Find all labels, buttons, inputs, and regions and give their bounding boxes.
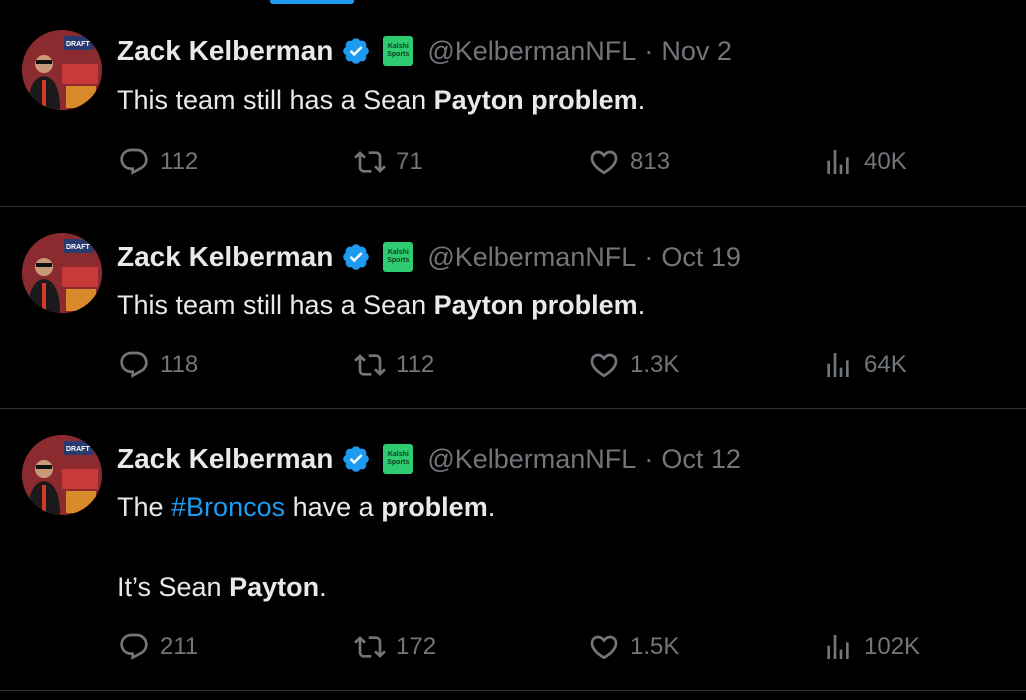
- tweet-text-line: It’s Sean Payton.: [117, 567, 495, 607]
- views-icon: [827, 353, 849, 377]
- tweet-text-line: The #Broncos have a problem.: [117, 487, 495, 527]
- verified-badge-icon[interactable]: [341, 242, 371, 272]
- retweet-icon: [354, 151, 386, 173]
- avatar-image: DRAFT: [22, 30, 102, 110]
- affiliate-badge-line2: Sports: [387, 459, 410, 466]
- tweet-text-segment: .: [637, 290, 646, 320]
- svg-text:DRAFT: DRAFT: [66, 244, 90, 251]
- tweet-text: This team still has a Sean Payton proble…: [117, 285, 645, 325]
- affiliate-badge[interactable]: Kalshi Sports: [383, 242, 414, 272]
- author-name[interactable]: Zack Kelberman: [117, 241, 333, 273]
- like-button[interactable]: 813: [588, 142, 670, 182]
- affiliate-badge-line1: Kalshi: [387, 249, 409, 256]
- avatar-image: DRAFT: [22, 435, 102, 515]
- views-count: 64K: [864, 351, 907, 378]
- hashtag-link[interactable]: #Broncos: [171, 492, 285, 522]
- like-icon: [590, 353, 618, 378]
- tweet-actions: 118 112 1.3K 64K: [0, 345, 1026, 385]
- affiliate-badge-line1: Kalshi: [387, 43, 409, 50]
- author-handle[interactable]: @KelbermanNFL: [427, 444, 636, 475]
- tweet-header: Zack Kelberman Kalshi Sports @KelbermanN…: [117, 439, 741, 479]
- like-count: 1.3K: [630, 351, 680, 378]
- tweet-date[interactable]: Oct 19: [661, 242, 741, 273]
- retweet-count: 71: [396, 148, 423, 175]
- svg-text:DRAFT: DRAFT: [66, 446, 90, 453]
- tweet-text-bold: Payton problem: [433, 290, 638, 320]
- avatar-image: DRAFT: [22, 233, 102, 313]
- tweet-text-bold: problem: [381, 492, 488, 522]
- retweet-count: 112: [396, 351, 435, 378]
- like-button[interactable]: 1.3K: [588, 345, 679, 385]
- retweet-icon: [354, 354, 386, 376]
- tweet-card[interactable]: DRAFT Zack Kelberman Kalshi Sports @Kelb…: [0, 409, 1026, 691]
- reply-count: 211: [160, 633, 199, 660]
- avatar[interactable]: DRAFT: [22, 435, 102, 515]
- reply-count: 112: [160, 148, 199, 175]
- affiliate-badge-line2: Sports: [387, 51, 410, 58]
- author-handle[interactable]: @KelbermanNFL: [427, 242, 636, 273]
- tweet-card[interactable]: DRAFT Zack Kelberman Kalshi Sports @Kelb…: [0, 207, 1026, 409]
- tweet-text-bold: Payton: [229, 572, 320, 602]
- header-separator: ·: [644, 443, 654, 474]
- avatar[interactable]: DRAFT: [22, 30, 102, 110]
- tweet-actions: 211 172 1.5K 102K: [0, 627, 1026, 667]
- reply-icon: [120, 351, 148, 378]
- views-count: 40K: [864, 148, 907, 175]
- affiliate-badge[interactable]: Kalshi Sports: [383, 36, 414, 66]
- like-icon: [590, 635, 618, 660]
- retweet-button[interactable]: 172: [354, 627, 436, 667]
- views-count: 102K: [864, 633, 921, 660]
- tweet-date[interactable]: Oct 12: [661, 444, 741, 475]
- views-button[interactable]: 64K: [822, 345, 907, 385]
- tweet-text: This team still has a Sean Payton proble…: [117, 80, 645, 120]
- affiliate-badge-line2: Sports: [387, 257, 410, 264]
- author-name[interactable]: Zack Kelberman: [117, 35, 333, 67]
- like-button[interactable]: 1.5K: [588, 627, 679, 667]
- tweet-text-segment: It’s Sean: [117, 572, 230, 602]
- retweet-button[interactable]: 112: [354, 345, 434, 385]
- verified-badge-icon[interactable]: [341, 36, 371, 66]
- reply-count: 118: [160, 351, 199, 378]
- tweet-text-segment: have a: [285, 492, 382, 522]
- tweet-text-bold: Payton problem: [433, 85, 638, 115]
- views-button[interactable]: 40K: [822, 142, 907, 182]
- tweet-text: The #Broncos have a problem. It’s Sean P…: [117, 487, 495, 607]
- tweet-date[interactable]: Nov 2: [661, 36, 732, 67]
- reply-button[interactable]: 118: [118, 345, 198, 385]
- reply-icon: [120, 633, 148, 660]
- tweet-text-segment: .: [637, 85, 646, 115]
- tweet-text-segment: .: [487, 492, 496, 522]
- affiliate-badge[interactable]: Kalshi Sports: [383, 444, 414, 474]
- tweet-actions: 112 71 813 40K: [0, 142, 1026, 182]
- tweet-text-segment: .: [319, 572, 327, 602]
- reply-icon: [120, 148, 148, 175]
- retweet-button[interactable]: 71: [354, 142, 423, 182]
- verified-badge-icon[interactable]: [341, 444, 371, 474]
- views-icon: [827, 635, 849, 659]
- paragraph-break: [117, 527, 495, 567]
- tweet-text-segment: The: [117, 492, 172, 522]
- tweet-text-segment: This team still has a Sean: [117, 290, 434, 320]
- retweet-count: 172: [396, 633, 437, 660]
- retweet-icon: [354, 636, 386, 658]
- reply-button[interactable]: 211: [118, 627, 198, 667]
- like-count: 813: [630, 148, 671, 175]
- tweet-header: Zack Kelberman Kalshi Sports @KelbermanN…: [117, 31, 732, 71]
- author-name[interactable]: Zack Kelberman: [117, 443, 333, 475]
- views-icon: [827, 150, 849, 174]
- affiliate-badge-line1: Kalshi: [387, 451, 409, 458]
- tweet-header: Zack Kelberman Kalshi Sports @KelbermanN…: [117, 237, 741, 277]
- svg-text:DRAFT: DRAFT: [66, 41, 90, 48]
- header-separator: ·: [644, 35, 654, 66]
- views-button[interactable]: 102K: [822, 627, 920, 667]
- avatar[interactable]: DRAFT: [22, 233, 102, 313]
- tweet-card[interactable]: DRAFT Zack Kelberman Kalshi Sports @Kelb…: [0, 4, 1026, 207]
- like-icon: [590, 150, 618, 175]
- like-count: 1.5K: [630, 633, 680, 660]
- header-separator: ·: [644, 241, 654, 272]
- tweet-text-segment: This team still has a Sean: [117, 85, 434, 115]
- reply-button[interactable]: 112: [118, 142, 198, 182]
- timeline-feed: DRAFT Zack Kelberman Kalshi Sports @Kelb…: [0, 0, 1026, 700]
- author-handle[interactable]: @KelbermanNFL: [427, 36, 636, 67]
